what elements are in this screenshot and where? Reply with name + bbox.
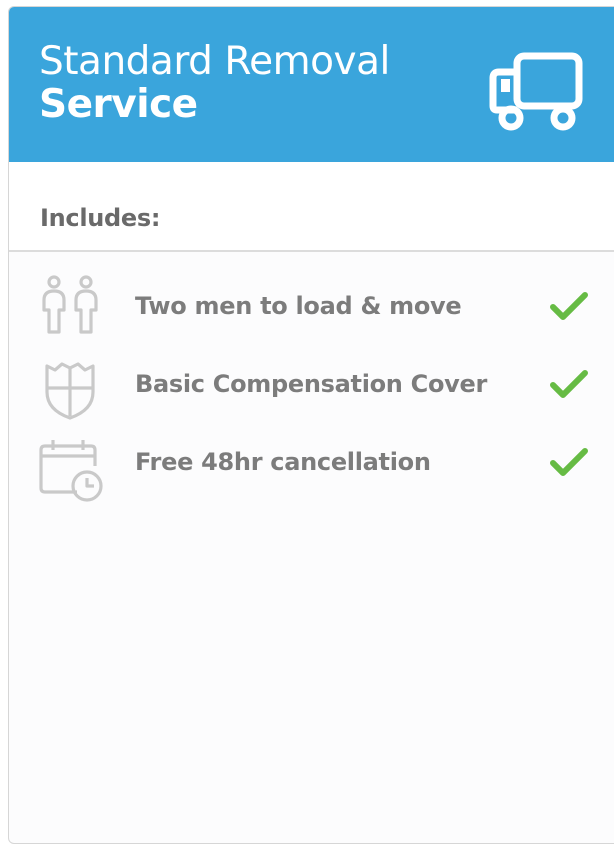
includes-label: Includes: (40, 204, 161, 232)
feature-item-cancellation: Free 48hr cancellation (9, 428, 614, 502)
two-people-icon (42, 275, 98, 334)
feature-item-compensation: Basic Compensation Cover (9, 348, 614, 420)
feature-item-two-men: Two men to load & move (9, 268, 614, 338)
check-icon (550, 448, 588, 476)
service-title: Standard Removal Service (39, 40, 390, 126)
check-icon (550, 370, 588, 398)
service-title-line2: Service (39, 82, 198, 127)
feature-label-two-men: Two men to load & move (135, 292, 462, 320)
truck-icon (489, 52, 583, 131)
feature-label-cancellation: Free 48hr cancellation (135, 448, 431, 476)
service-title-line1: Standard Removal (39, 39, 390, 84)
calendar-clock-icon (39, 440, 103, 502)
includes-bar: Includes: (9, 162, 614, 252)
card-header: Standard Removal Service (9, 7, 614, 162)
feature-label-compensation: Basic Compensation Cover (135, 370, 488, 398)
service-card: Standard Removal Service Includes: Two m… (8, 6, 614, 844)
shield-icon (45, 362, 95, 420)
check-icon (550, 292, 588, 320)
